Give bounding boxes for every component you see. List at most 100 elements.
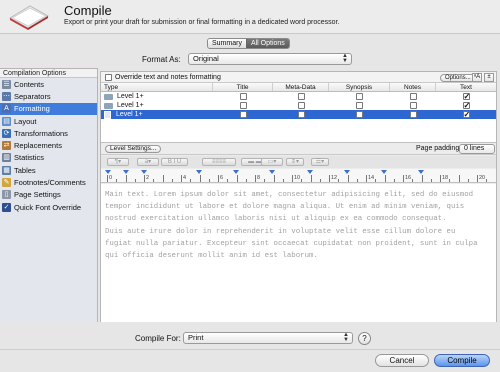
preview-line: tempor incididunt ut labore et dolore ma… [105, 203, 465, 212]
ruler-tick [181, 175, 182, 182]
sidebar-item-label: Formatting [14, 104, 50, 114]
title-case-icon[interactable]: ᵃA [472, 73, 482, 82]
help-button[interactable]: ? [358, 332, 371, 345]
notes-checkbox[interactable] [409, 111, 417, 118]
document-icon [104, 110, 111, 119]
sidebar-item-label: Statistics [14, 153, 45, 163]
sidebar-item-statistics[interactable]: ▥ Statistics [0, 152, 97, 164]
sidebar-item-label: Layout [14, 116, 37, 126]
ruler-tick [134, 179, 136, 182]
bold-italic-underline-icon[interactable]: B I U [161, 158, 188, 166]
style-menu-icon[interactable]: ¶▾ [107, 158, 129, 166]
synopsis-checkbox[interactable] [356, 93, 363, 100]
options-button[interactable]: Options... [440, 74, 476, 82]
text-checkbox[interactable] [462, 102, 470, 109]
type-label: Level 1+ [117, 102, 144, 109]
ruler-number: 16 [405, 175, 412, 181]
sidebar-item-separators[interactable]: ⋯ Separators [0, 90, 97, 102]
sidebar-heading: Compilation Options [0, 69, 97, 78]
ruler-tick [218, 175, 219, 182]
formatting-table: Type Title Meta-Data Synopsis Notes Text… [101, 83, 496, 143]
synopsis-checkbox[interactable] [356, 111, 363, 118]
column-synopsis: Synopsis [329, 83, 390, 91]
level-settings-button[interactable]: Level Settings... [105, 145, 162, 153]
formatting-panel: Override text and notes formatting Optio… [100, 71, 497, 322]
meta-data-checkbox[interactable] [297, 111, 305, 118]
sidebar-item-transformations[interactable]: ⟳ Transformations [0, 127, 97, 139]
preview-line: Main text. Lorem ipsum dolor sit amet, c… [105, 191, 474, 199]
ruler-tick [421, 175, 423, 182]
text-cell [436, 92, 496, 101]
ruler[interactable]: 0 2 4 6 8 10 12 14 16 18 20 [101, 169, 496, 183]
table-row[interactable]: Level 1+ [101, 110, 496, 119]
tab-stop-icon[interactable] [105, 170, 111, 174]
ruler-tick [356, 179, 358, 182]
table-row[interactable]: Level 1+ [101, 92, 496, 101]
notes-checkbox[interactable] [409, 93, 417, 100]
type-cell: Level 1+ [101, 101, 213, 110]
tab-stop-icon[interactable] [196, 170, 202, 174]
sidebar-item-contents[interactable]: ☰ Contents [0, 78, 97, 90]
tab-stop-icon[interactable] [269, 170, 275, 174]
sidebar-item-label: Transformations [14, 128, 68, 138]
title-checkbox[interactable] [239, 93, 247, 100]
tab-stop-icon[interactable] [418, 170, 424, 174]
alignment-icon[interactable]: ≡≡≡≡ [202, 158, 236, 166]
tab-all-options[interactable]: All Options [245, 39, 289, 48]
sidebar-item-formatting[interactable]: A Formatting [0, 102, 97, 115]
meta-data-cell [273, 101, 329, 110]
sidebar-item-page-settings[interactable]: ▯ Page Settings [0, 189, 97, 201]
format-as-select[interactable]: Original ▲ ▼ [188, 53, 352, 65]
notes-cell [390, 92, 436, 101]
sidebar-item-replacements[interactable]: ⇄ Replacements [0, 139, 97, 151]
compile-for-select[interactable]: Print ▲ ▼ [183, 332, 353, 344]
tab-stop-icon[interactable] [381, 170, 387, 174]
format-as-value: Original [193, 54, 219, 63]
format-preview-text[interactable]: Main text. Lorem ipsum dolor sit amet, c… [101, 184, 496, 322]
spacing-menu-icon[interactable]: ▭▾ [261, 158, 283, 166]
tab-stop-icon[interactable] [123, 170, 129, 174]
ruler-tick [403, 175, 404, 182]
compile-button[interactable]: Compile [434, 354, 490, 367]
tab-stop-icon[interactable] [141, 170, 147, 174]
title-cell [213, 101, 273, 110]
title-checkbox[interactable] [239, 102, 247, 109]
line-spacing-icon[interactable]: ⇕▾ [286, 158, 304, 166]
sidebar-item-label: Quick Font Override [14, 202, 82, 212]
sidebar-item-tables[interactable]: ▦ Tables [0, 164, 97, 176]
tab-stop-icon[interactable] [344, 170, 350, 174]
ruler-tick [310, 175, 312, 182]
meta-data-checkbox[interactable] [297, 102, 305, 109]
synopsis-checkbox[interactable] [356, 102, 363, 109]
ruler-number: 14 [368, 175, 375, 181]
type-cell: Level 1+ [101, 92, 213, 101]
override-checkbox[interactable] [105, 74, 112, 81]
title-checkbox[interactable] [239, 111, 247, 118]
ruler-tick [430, 179, 432, 182]
tab-stop-icon[interactable] [307, 170, 313, 174]
meta-data-checkbox[interactable] [297, 93, 305, 100]
text-checkbox[interactable] [462, 93, 470, 100]
text-checkbox[interactable] [462, 111, 470, 118]
cancel-button[interactable]: Cancel [375, 354, 429, 367]
table-row[interactable]: Level 1+ [101, 101, 496, 110]
font-override-icon: ✓ [2, 202, 11, 212]
text-cell [436, 101, 496, 110]
ruler-tick [125, 175, 127, 182]
sidebar-item-footnotes-comments[interactable]: ✎ Footnotes/Comments [0, 176, 97, 188]
ruler-tick [162, 175, 164, 182]
column-meta-data: Meta-Data [273, 83, 329, 91]
notes-checkbox[interactable] [409, 102, 417, 109]
ruler-tick [227, 179, 229, 182]
font-menu-icon[interactable]: a▾ [137, 158, 159, 166]
preview-line: nostrud exercitation ullamco laboris nis… [105, 215, 447, 224]
tab-stop-icon[interactable] [233, 170, 239, 174]
list-menu-icon[interactable]: ☰▾ [311, 158, 329, 166]
sidebar-item-quick-font-override[interactable]: ✓ Quick Font Override [0, 201, 97, 213]
folder-icon [104, 102, 113, 109]
add-remove-icon[interactable]: ± [484, 73, 494, 82]
ruler-tick [190, 179, 192, 182]
sidebar-item-layout[interactable]: ▤ Layout [0, 115, 97, 127]
tab-summary[interactable]: Summary [208, 39, 246, 48]
page-padding-stepper[interactable]: 0 lines [459, 144, 495, 154]
